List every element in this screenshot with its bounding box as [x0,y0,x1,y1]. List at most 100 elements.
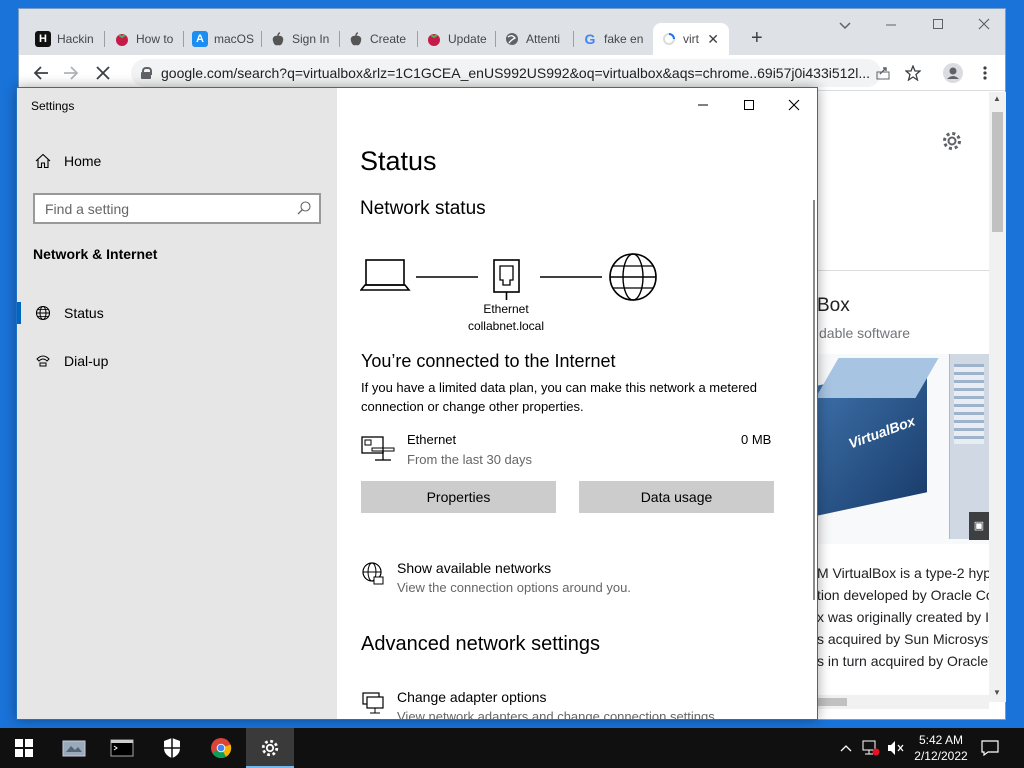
option-label: Change adapter options [397,689,547,705]
lock-icon [141,67,152,79]
taskbar: 5:42 AM 2/12/2022 [0,728,1024,768]
ethernet-name: Ethernet [407,432,457,447]
globe-network-icon [361,562,385,589]
url-text: google.com/search?q=virtualbox&rlz=1C1GC… [161,65,870,81]
scroll-thumb[interactable] [817,698,847,706]
option-description: View network adapters and change connect… [397,709,719,720]
settings-sidebar: Settings Home Find a setting Network & I… [17,88,337,719]
scroll-thumb[interactable] [992,112,1003,232]
bookmark-star-icon[interactable] [901,61,925,85]
tab-virtualbox[interactable]: virt ✕ [653,23,729,55]
maximize-icon[interactable] [726,92,772,118]
tab-label: virt [683,32,699,46]
forward-arrow-icon[interactable] [59,61,83,85]
knowledge-panel-title: Box [817,295,850,316]
content-scrollbar[interactable] [813,200,815,600]
sidebar-item-status[interactable]: Status [17,295,337,331]
connected-description: If you have a limited data plan, you can… [361,380,757,414]
tab-how-to[interactable]: How to [106,23,184,55]
page-title: Status [360,146,437,176]
stop-loading-icon[interactable] [91,61,115,85]
globe-icon [34,304,52,322]
tab-label: How to [136,32,174,46]
status-page: Status Network status Ethernet collabnet… [337,88,817,719]
scroll-up-arrow-icon[interactable]: ▲ [993,94,1001,103]
taskbar-terminal-icon[interactable] [98,728,146,768]
adapter-icon [361,691,385,718]
globe-icon [504,31,520,47]
tab-label: Hackin [57,32,94,46]
system-clock[interactable]: 5:42 AM 2/12/2022 [906,732,976,764]
maximize-icon[interactable] [926,17,950,35]
internet-globe-icon [609,253,657,301]
settings-window: Settings Home Find a setting Network & I… [16,87,818,720]
share-icon[interactable] [871,61,895,85]
sidebar-item-label: Status [64,305,104,321]
description-line: s acquired by Sun Microsyst [817,631,989,647]
scroll-down-arrow-icon[interactable]: ▼ [993,688,1001,697]
tab-strip: H Hackin How to A macOS Sign In Create U… [19,9,1005,55]
profile-avatar-icon[interactable] [941,61,965,85]
search-placeholder: Find a setting [45,200,130,217]
network-tray-icon[interactable] [858,728,884,768]
notification-center-icon[interactable] [970,728,1010,768]
connected-heading: You’re connected to the Internet [361,351,616,371]
tab-macos[interactable]: A macOS [184,23,262,55]
ethernet-port-icon [493,259,520,300]
description-line: M VirtualBox is a type-2 hype [817,565,989,581]
start-button[interactable] [0,728,48,768]
close-tab-icon[interactable]: ✕ [707,31,719,48]
kebab-menu-icon[interactable] [973,61,997,85]
data-usage-button[interactable]: Data usage [579,481,774,513]
ethernet-icon [361,436,395,465]
network-diagram-graphic [359,253,657,301]
laptop-icon [359,259,411,291]
advanced-settings-heading: Advanced network settings [361,633,601,655]
taskbar-chrome-icon[interactable] [197,728,245,768]
sidebar-item-home[interactable]: Home [17,143,337,179]
tab-fake-en[interactable]: G fake en [574,23,652,55]
raspberry-icon [114,31,130,47]
minimize-icon[interactable] [680,92,726,118]
properties-button[interactable]: Properties [361,481,556,513]
sidebar-item-dial-up[interactable]: Dial-up [17,343,337,379]
tab-hacking[interactable]: H Hackin [27,23,105,55]
find-setting-input[interactable]: Find a setting [33,193,321,224]
close-icon[interactable] [972,17,996,35]
address-bar[interactable]: google.com/search?q=virtualbox&rlz=1C1GC… [131,59,881,87]
chevron-down-icon[interactable] [833,17,857,35]
divider [817,270,989,271]
gear-icon[interactable] [941,130,963,158]
vertical-scrollbar[interactable]: ▲ ▼ [989,92,1006,702]
tab-label: Update [448,32,487,46]
volume-muted-icon[interactable] [884,728,908,768]
show-hidden-icons-chevron-icon[interactable] [834,728,858,768]
taskbar-explorer-icon[interactable] [50,728,98,768]
tab-update[interactable]: Update [418,23,496,55]
description-line: tion developed by Oracle Co [817,587,989,603]
new-tab-button[interactable]: + [751,27,763,50]
close-icon[interactable] [771,92,817,118]
home-icon [34,152,52,170]
h-site-icon: H [35,31,51,47]
tab-label: fake en [604,32,644,46]
data-usage-amount: 0 MB [741,432,772,447]
browser-toolbar: google.com/search?q=virtualbox&rlz=1C1GC… [19,55,1005,91]
virtualbox-image[interactable]: VirtualBox ▣ [817,354,989,544]
taskbar-settings-icon[interactable] [246,728,294,768]
description-line: s in turn acquired by Oracle [817,653,989,669]
description-line: x was originally created by In [817,609,989,625]
tab-sign-in[interactable]: Sign In [262,23,340,55]
tab-attention[interactable]: Attenti [496,23,574,55]
app-store-icon: A [192,31,208,47]
horizontal-scrollbar[interactable] [817,695,989,709]
google-icon: G [584,31,596,47]
tab-label: Attenti [526,32,561,46]
search-icon[interactable] [297,201,311,218]
tab-create[interactable]: Create [340,23,418,55]
back-arrow-icon[interactable] [29,61,53,85]
tab-label: macOS [214,32,255,46]
image-expand-icon[interactable]: ▣ [969,512,989,540]
minimize-icon[interactable] [879,17,903,35]
taskbar-security-shield-icon[interactable] [148,728,196,768]
